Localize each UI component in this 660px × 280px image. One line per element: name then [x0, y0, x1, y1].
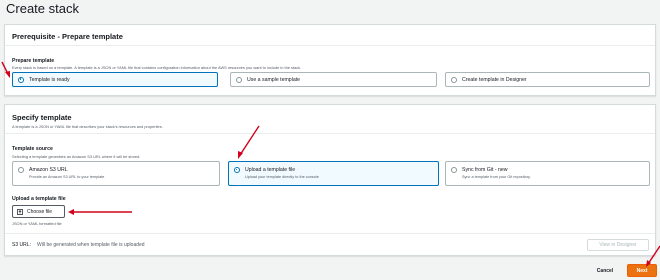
option-label: Create template in Designer — [462, 76, 527, 83]
prerequisite-heading: Prerequisite - Prepare template — [12, 32, 123, 41]
source-sub: Provide an Amazon S3 URL to your templat… — [29, 175, 105, 179]
s3-url-label: S3 URL: — [12, 242, 31, 248]
divider — [5, 133, 655, 134]
source-sync-from-git[interactable]: Sync from Git - new Sync a template from… — [445, 161, 650, 186]
source-label: Amazon S3 URL — [29, 167, 68, 173]
radio-amazon-s3-url[interactable] — [18, 167, 24, 173]
option-label: Use a sample template — [247, 76, 301, 83]
template-source-label: Template source — [12, 146, 53, 152]
template-source-desc: Selecting a template generates an Amazon… — [12, 154, 141, 159]
divider — [5, 45, 655, 46]
cancel-label: Cancel — [596, 268, 614, 274]
radio-upload-template-file[interactable] — [234, 167, 240, 173]
specify-heading: Specify template — [12, 113, 72, 122]
source-sub: Upload your template directly to the con… — [245, 175, 319, 179]
upload-template-label: Upload a template file — [12, 196, 66, 202]
view-in-designer-button[interactable]: View in Designer — [587, 239, 649, 251]
s3-url-value: Will be generated when template file is … — [37, 242, 145, 248]
divider — [5, 233, 655, 234]
prerequisite-panel: Prerequisite - Prepare template Prepare … — [4, 24, 656, 96]
source-label: Upload a template file — [245, 167, 296, 173]
choose-file-label: Choose file — [27, 208, 53, 215]
specify-template-panel: Specify template A template is a JSON or… — [4, 104, 656, 256]
option-label: Template is ready — [29, 76, 70, 83]
prepare-template-label: Prepare template — [12, 58, 55, 64]
next-label: Next — [636, 267, 648, 274]
option-sample-template[interactable]: Use a sample template — [230, 72, 437, 87]
radio-sample-template[interactable] — [236, 76, 242, 83]
cancel-button[interactable]: Cancel — [590, 265, 620, 277]
source-label: Sync from Git - new — [462, 167, 508, 173]
prepare-template-desc: Every stack is based on a template. A te… — [12, 65, 302, 70]
radio-sync-from-git[interactable] — [451, 167, 457, 173]
file-hint: JSON or YAML formatted file — [12, 221, 62, 226]
radio-template-ready[interactable] — [18, 76, 24, 83]
specify-heading-desc: A template is a JSON or YAML file that d… — [12, 124, 163, 129]
page-title: Create stack — [6, 1, 79, 16]
upload-icon — [17, 208, 23, 215]
view-in-designer-label: View in Designer — [599, 242, 637, 248]
choose-file-button[interactable]: Choose file — [12, 205, 65, 218]
source-upload-template-file[interactable]: Upload a template file Upload your templ… — [228, 161, 439, 186]
source-amazon-s3-url[interactable]: Amazon S3 URL Provide an Amazon S3 URL t… — [12, 161, 220, 186]
source-sub: Sync a template from your Git repository… — [462, 175, 531, 179]
next-button[interactable]: Next — [627, 264, 657, 277]
option-create-in-designer[interactable]: Create template in Designer — [445, 72, 650, 87]
option-template-ready[interactable]: Template is ready — [12, 72, 218, 87]
radio-create-in-designer[interactable] — [451, 76, 457, 83]
